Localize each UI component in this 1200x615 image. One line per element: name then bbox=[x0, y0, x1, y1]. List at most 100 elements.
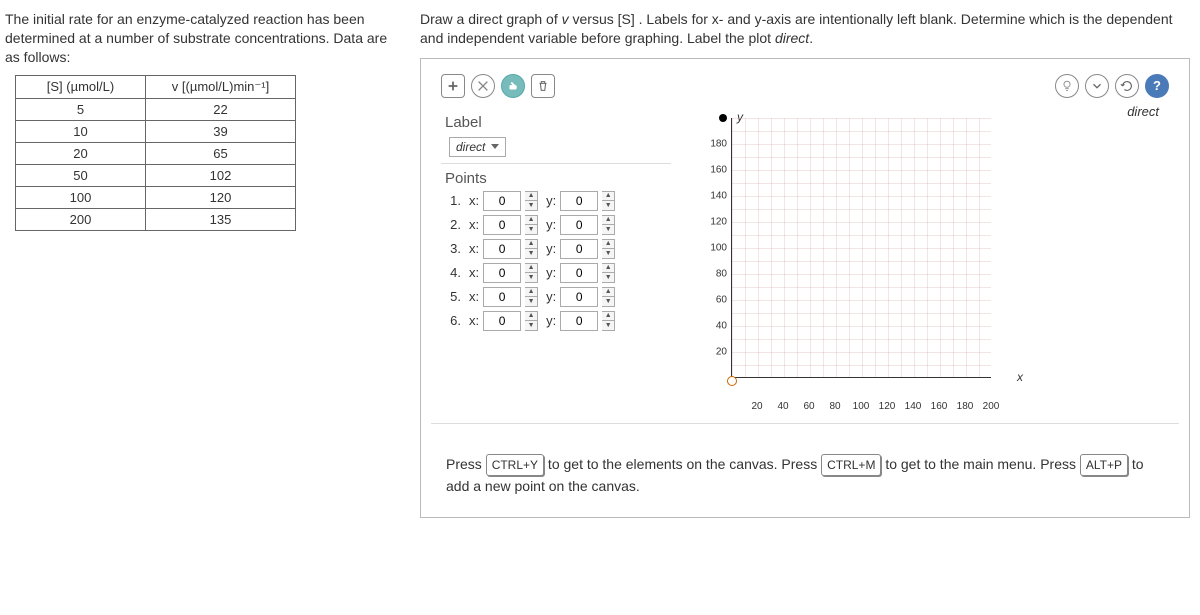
add-point-button[interactable] bbox=[441, 74, 465, 98]
spinner[interactable]: ▲▼ bbox=[602, 215, 615, 235]
text: direct bbox=[775, 30, 809, 46]
x-tick: 140 bbox=[905, 401, 922, 412]
spinner[interactable]: ▲▼ bbox=[602, 311, 615, 331]
toolbar: ? bbox=[431, 69, 1179, 103]
hint-button[interactable] bbox=[1055, 74, 1079, 98]
text: v bbox=[562, 11, 569, 27]
lightbulb-icon bbox=[1060, 79, 1074, 93]
x-tick: 160 bbox=[931, 401, 948, 412]
point-x-input[interactable] bbox=[483, 311, 521, 331]
points-section-header: Points bbox=[441, 163, 671, 189]
point-x-input[interactable] bbox=[483, 191, 521, 211]
point-row: 1. x: ▲▼ y: ▲▼ bbox=[441, 189, 671, 213]
spinner[interactable]: ▲▼ bbox=[525, 239, 538, 259]
table-row: 1039 bbox=[16, 120, 296, 142]
point-index: 5. bbox=[445, 289, 461, 304]
table-row: 100120 bbox=[16, 186, 296, 208]
y-tick: 20 bbox=[707, 346, 727, 357]
point-y-input[interactable] bbox=[560, 311, 598, 331]
y-tick: 160 bbox=[707, 164, 727, 175]
spinner[interactable]: ▲▼ bbox=[525, 287, 538, 307]
point-row: 4. x: ▲▼ y: ▲▼ bbox=[441, 261, 671, 285]
table-row: 2065 bbox=[16, 142, 296, 164]
x-label: x: bbox=[469, 193, 479, 208]
y-tick: 140 bbox=[707, 190, 727, 201]
text: Press bbox=[446, 456, 486, 472]
point-row: 2. x: ▲▼ y: ▲▼ bbox=[441, 213, 671, 237]
table-header-v: v [(µmol/L)min⁻¹] bbox=[146, 75, 296, 98]
y-tick: 60 bbox=[707, 294, 727, 305]
x-tick: 40 bbox=[777, 401, 788, 412]
dropdown-button[interactable] bbox=[1085, 74, 1109, 98]
y-label: y: bbox=[546, 289, 556, 304]
cell: 5 bbox=[16, 98, 146, 120]
point-y-input[interactable] bbox=[560, 191, 598, 211]
eraser-icon bbox=[506, 79, 520, 93]
y-tick: 100 bbox=[707, 242, 727, 253]
shortcut-hint: Press CTRL+Y to get to the elements on t… bbox=[431, 423, 1179, 507]
x-label: x: bbox=[469, 217, 479, 232]
spinner[interactable]: ▲▼ bbox=[525, 263, 538, 283]
spinner[interactable]: ▲▼ bbox=[602, 287, 615, 307]
y-label: y: bbox=[546, 313, 556, 328]
spinner[interactable]: ▲▼ bbox=[525, 191, 538, 211]
point-x-input[interactable] bbox=[483, 287, 521, 307]
spinner[interactable]: ▲▼ bbox=[602, 239, 615, 259]
cell: 22 bbox=[146, 98, 296, 120]
trash-icon bbox=[536, 79, 550, 93]
x-label: x: bbox=[469, 265, 479, 280]
spinner[interactable]: ▲▼ bbox=[525, 311, 538, 331]
point-index: 6. bbox=[445, 313, 461, 328]
delete-button[interactable] bbox=[531, 74, 555, 98]
crossout-icon bbox=[476, 79, 490, 93]
question-icon: ? bbox=[1153, 78, 1161, 93]
x-tick: 80 bbox=[829, 401, 840, 412]
x-tick: 60 bbox=[803, 401, 814, 412]
x-tick: 100 bbox=[853, 401, 870, 412]
point-x-input[interactable] bbox=[483, 263, 521, 283]
text: to get to the elements on the canvas. Pr… bbox=[544, 456, 821, 472]
cell: 10 bbox=[16, 120, 146, 142]
spinner[interactable]: ▲▼ bbox=[525, 215, 538, 235]
x-label: x: bbox=[469, 241, 479, 256]
y-label: y: bbox=[546, 193, 556, 208]
plot-title: direct bbox=[1127, 104, 1159, 119]
point-row: 5. x: ▲▼ y: ▲▼ bbox=[441, 285, 671, 309]
reset-button[interactable] bbox=[1115, 74, 1139, 98]
plot-grid[interactable] bbox=[731, 118, 991, 378]
spinner[interactable]: ▲▼ bbox=[602, 191, 615, 211]
text: . bbox=[809, 30, 813, 46]
spinner[interactable]: ▲▼ bbox=[602, 263, 615, 283]
text: versus [S] . Labels for bbox=[569, 11, 712, 27]
y-tick: 120 bbox=[707, 216, 727, 227]
point-index: 3. bbox=[445, 241, 461, 256]
label-dropdown[interactable]: direct bbox=[449, 137, 506, 157]
cell: 200 bbox=[16, 208, 146, 230]
cell: 120 bbox=[146, 186, 296, 208]
reset-icon bbox=[1120, 79, 1134, 93]
point-y-input[interactable] bbox=[560, 263, 598, 283]
point-y-input[interactable] bbox=[560, 239, 598, 259]
plot-marker[interactable] bbox=[719, 114, 727, 122]
x-tick: 200 bbox=[983, 401, 1000, 412]
y-tick: 40 bbox=[707, 320, 727, 331]
point-x-input[interactable] bbox=[483, 215, 521, 235]
kbd-shortcut: CTRL+M bbox=[821, 454, 881, 476]
point-row: 6. x: ▲▼ y: ▲▼ bbox=[441, 309, 671, 333]
point-y-input[interactable] bbox=[560, 215, 598, 235]
eraser-button[interactable] bbox=[501, 74, 525, 98]
y-tick: 80 bbox=[707, 268, 727, 279]
point-y-input[interactable] bbox=[560, 287, 598, 307]
help-button[interactable]: ? bbox=[1145, 74, 1169, 98]
point-x-input[interactable] bbox=[483, 239, 521, 259]
x-axis-label: x bbox=[1017, 370, 1023, 384]
cell: 39 bbox=[146, 120, 296, 142]
y-label: y: bbox=[546, 265, 556, 280]
cell: 102 bbox=[146, 164, 296, 186]
plot-area[interactable]: direct y 180 160 140 120 100 80 60 40 bbox=[681, 108, 1169, 398]
no-tool-button[interactable] bbox=[471, 74, 495, 98]
table-row: 50102 bbox=[16, 164, 296, 186]
point-index: 2. bbox=[445, 217, 461, 232]
instruction-text: Draw a direct graph of v versus [S] . La… bbox=[420, 10, 1190, 48]
plus-icon bbox=[446, 79, 460, 93]
